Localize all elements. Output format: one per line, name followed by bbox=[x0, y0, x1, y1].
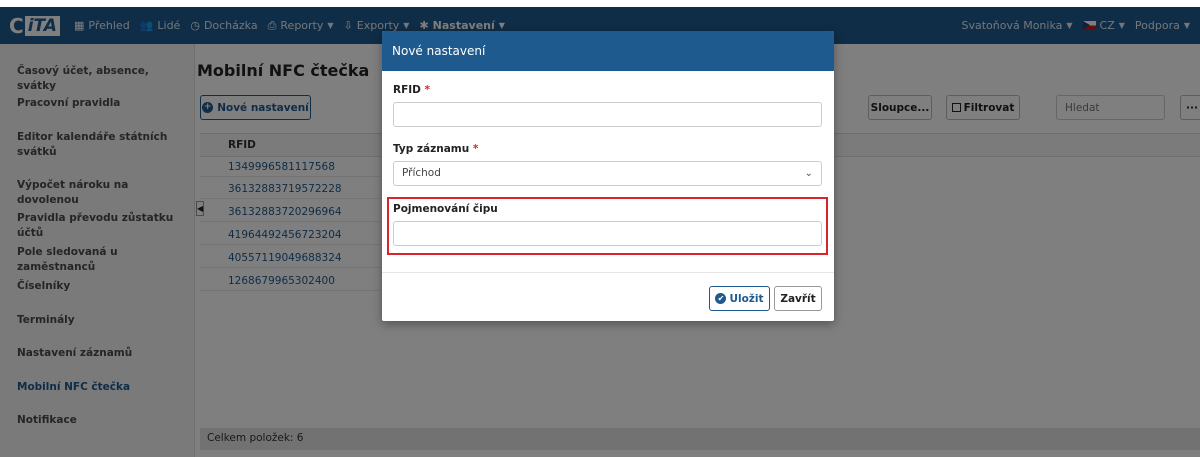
new-setting-dialog: Nové nastavení RFID * Typ záznamu * Příc… bbox=[382, 31, 834, 321]
dialog-title: Nové nastavení bbox=[392, 44, 486, 58]
chevron-down-icon: ⌄ bbox=[804, 168, 813, 179]
close-button[interactable]: Zavřít bbox=[774, 286, 822, 311]
chip-name-input[interactable] bbox=[393, 221, 822, 246]
rfid-label: RFID * bbox=[393, 84, 430, 96]
dialog-header: Nové nastavení bbox=[382, 31, 834, 71]
rfid-input[interactable] bbox=[393, 102, 822, 127]
check-circle-icon: ✔ bbox=[715, 293, 727, 304]
dialog-divider bbox=[382, 272, 834, 273]
save-button[interactable]: ✔ Uložit bbox=[709, 286, 770, 311]
close-label: Zavřít bbox=[780, 292, 816, 305]
record-type-value: Příchod bbox=[402, 167, 441, 179]
chip-name-label: Pojmenování čipu bbox=[393, 203, 498, 215]
rfid-label-text: RFID bbox=[393, 84, 421, 96]
required-marker: * bbox=[472, 143, 479, 155]
save-label: Uložit bbox=[729, 292, 764, 305]
record-type-label: Typ záznamu * bbox=[393, 143, 478, 155]
record-type-label-text: Typ záznamu bbox=[393, 143, 470, 155]
required-marker: * bbox=[424, 84, 431, 96]
record-type-select[interactable]: Příchod ⌄ bbox=[393, 161, 822, 186]
